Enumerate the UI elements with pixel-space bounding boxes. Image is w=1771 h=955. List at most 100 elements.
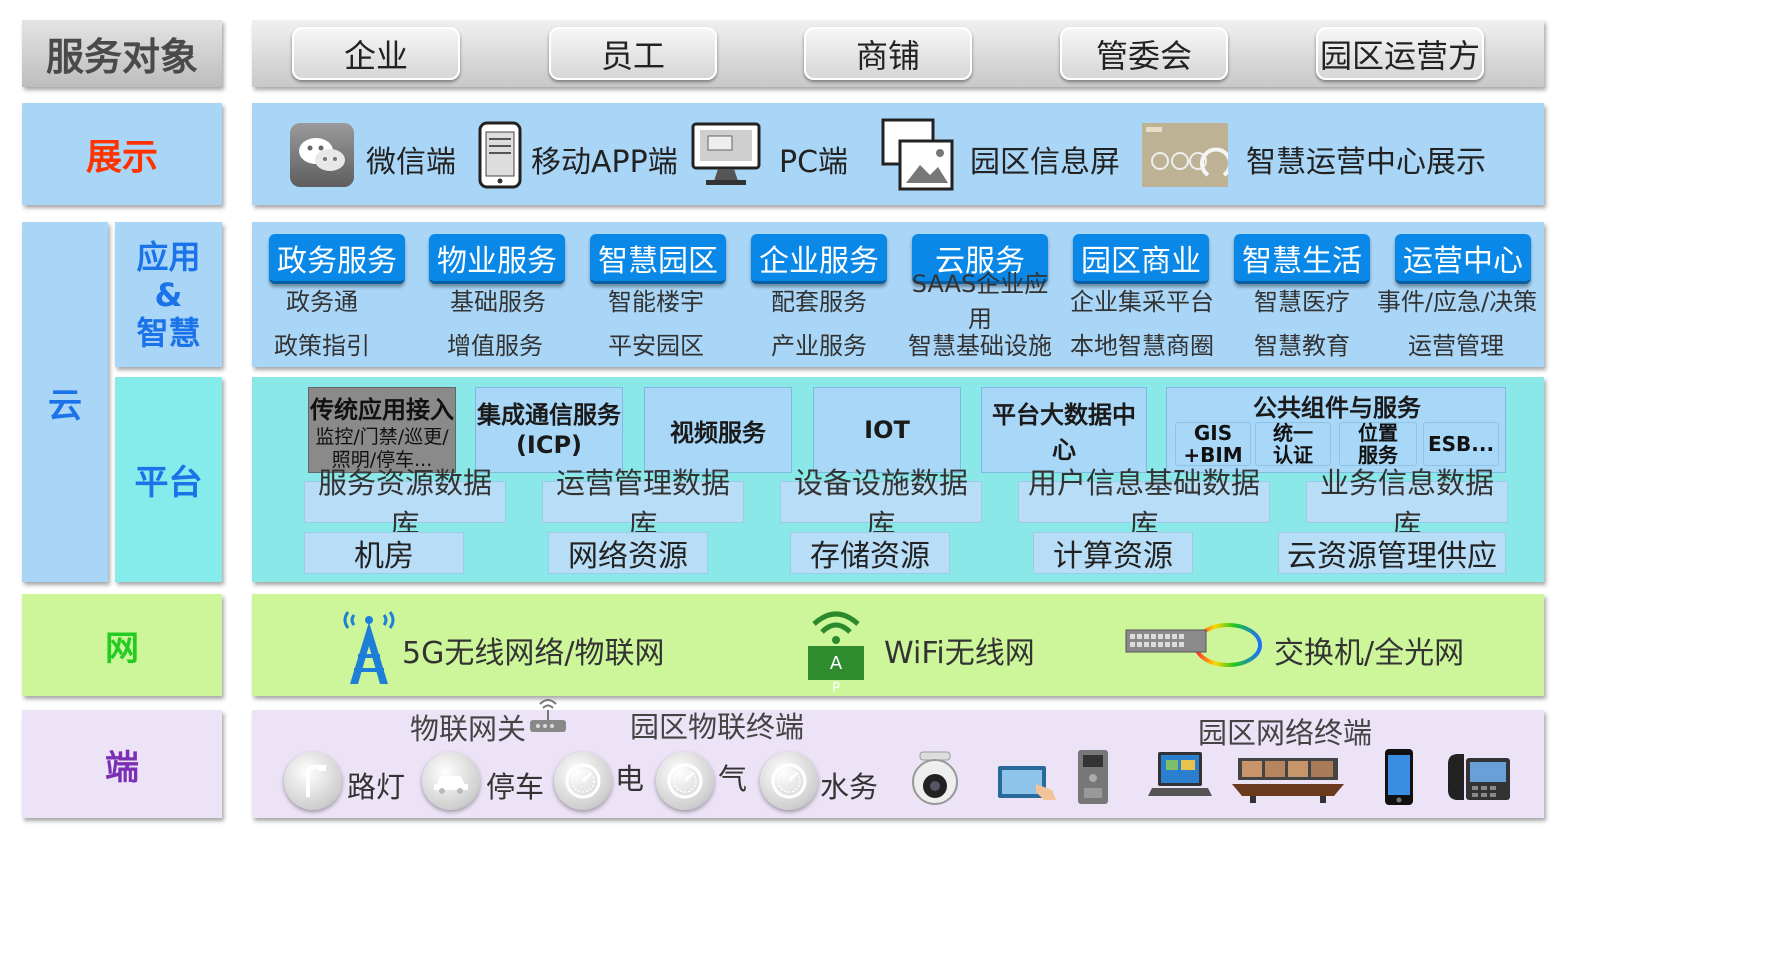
app-tab-smart-park: 智慧园区 [590,234,726,284]
network-label-wifi: WiFi无线网 [884,636,1035,671]
apps-band: 政务服务 政务通 政策指引 物业服务 基础服务 增值服务 智慧园区 智能楼宇 平… [252,222,1544,367]
wifi-ap-icon: A P [808,606,864,696]
app-sub-park-commerce-2: 本地智慧商圈 [1070,331,1214,360]
terminal-band: 物联网关 园区物联终端 园区网络终端 路灯 停车 电 气 水务 [252,699,1544,818]
touch-tablet-icon [996,762,1060,802]
switch-fiber-icon [1124,620,1264,670]
terminal-label-water: 水务 [820,770,879,804]
row-header-terminal: 端 [22,710,222,818]
display-label-wechat: 微信端 [366,145,456,180]
dome-camera-icon [908,748,962,806]
display-band: 微信端 移动APP端 PC端 园区信息屏 智慧运营中心展示 [252,103,1544,205]
app-tab-park-commerce: 园区商业 [1073,234,1209,284]
service-target-enterprise: 企业 [292,27,460,80]
street-light-icon [284,752,342,810]
row-header-display: 展示 [22,103,222,205]
app-sub-property-1: 基础服务 [450,287,546,316]
terminal-label-iot-terminals: 园区物联终端 [630,710,805,744]
app-sub-smart-park-2: 平安园区 [608,331,704,360]
door-intercom-icon [1076,748,1110,806]
app-sub-smart-life-2: 智慧教育 [1254,331,1350,360]
iot-gateway-icon [528,696,568,734]
legacy-title: 传统应用接入 [310,395,454,424]
app-sub-cloud-service-1: SAAS企业应用 [911,270,1049,333]
display-label-mobile: 移动APP端 [531,145,678,180]
parking-car-icon [422,752,480,810]
service-target-operator: 园区运营方 [1316,27,1484,80]
app-header-line-2: & [154,275,183,314]
service-target-employee: 员工 [549,27,717,80]
display-label-pc: PC端 [779,145,849,180]
app-sub-government-2: 政策指引 [274,331,370,360]
terminal-label-gas: 气 [718,762,748,796]
component-auth-line-1: 统一 [1273,421,1313,445]
database-business-info: 业务信息数据库 [1306,466,1508,542]
app-sub-ops-center-1: 事件/应急/决策 [1376,287,1538,316]
service-band: 企业 员工 商铺 管委会 园区运营方 [252,20,1544,87]
pc-monitor-icon [690,121,762,187]
mobile-app-icon [478,121,522,189]
terminal-label-electric: 电 [615,762,645,796]
mobile-phone-icon [1384,748,1414,806]
row-header-service: 服务对象 [22,20,222,87]
resource-machine-room: 机房 [304,532,464,574]
database-equipment: 设备设施数据库 [780,466,982,542]
laptop-icon [1148,750,1212,802]
row-header-cloud: 云 [22,222,108,582]
resource-network: 网络资源 [548,532,708,574]
terminal-label-parking: 停车 [486,770,545,804]
terminal-label-network-terminals: 园区网络终端 [1198,716,1373,750]
app-sub-property-2: 增值服务 [447,331,543,360]
ip-phone-icon [1446,750,1512,804]
service-target-shop: 商铺 [804,27,972,80]
app-tab-government: 政务服务 [269,234,405,284]
wechat-icon [290,123,354,187]
resource-compute: 计算资源 [1033,532,1193,574]
terminal-label-iot-gateway: 物联网关 [410,712,527,746]
app-tab-enterprise: 企业服务 [751,234,887,284]
row-header-app-smart: 应用 & 智慧 [115,222,222,367]
network-band: 5G无线网络/物联网 A P WiFi无线网 交换机/全光网 [252,594,1544,696]
database-service-resources: 服务资源数据库 [304,466,506,542]
app-sub-smart-life-1: 智慧医疗 [1254,287,1350,316]
app-header-line-3: 智慧 [136,313,201,352]
display-label-info-screen: 园区信息屏 [970,145,1120,180]
platform-band: 传统应用接入 监控/门禁/巡更/ 照明/停车... 集成通信服务 (ICP) 视… [252,377,1544,582]
resource-storage: 存储资源 [790,532,950,574]
row-header-platform: 平台 [115,377,222,582]
legacy-line-1: 监控/门禁/巡更/ [315,425,449,448]
app-sub-cloud-service-2: 智慧基础设施 [908,331,1052,360]
operations-dashboard-icon [1142,123,1232,187]
icp-line-1: 集成通信服务 [477,401,621,429]
resource-cloud-management: 云资源管理供应 [1278,532,1506,574]
electric-meter-icon [554,752,612,810]
wifi-ap-badge: A [808,646,864,680]
app-sub-smart-park-1: 智能楼宇 [608,287,704,316]
common-services-title: 公共组件与服务 [1253,393,1421,422]
database-operations: 运营管理数据库 [542,466,744,542]
terminal-label-street-light: 路灯 [347,770,406,804]
icp-line-2: (ICP) [515,431,583,459]
component-gis-line-1: GIS [1193,421,1233,445]
app-sub-government-1: 政务通 [286,287,358,316]
app-tab-smart-life: 智慧生活 [1234,234,1370,284]
water-meter-icon [760,752,818,810]
app-sub-ops-center-2: 运营管理 [1408,331,1504,360]
app-sub-enterprise-1: 配套服务 [771,287,867,316]
wifi-ap-badge-2: P [832,680,840,696]
row-header-network: 网 [22,594,222,696]
database-user-info: 用户信息基础数据库 [1018,466,1270,542]
app-tab-property: 物业服务 [429,234,565,284]
antenna-5g-icon [340,606,398,686]
app-header-line-1: 应用 [136,237,201,276]
app-sub-park-commerce-1: 企业集采平台 [1070,287,1214,316]
video-conference-icon [1230,754,1346,804]
component-location-line-1: 位置 [1358,421,1398,445]
app-tab-ops-center: 运营中心 [1395,234,1531,284]
network-label-5g: 5G无线网络/物联网 [402,636,665,671]
gas-meter-icon [656,752,714,810]
service-target-committee: 管委会 [1060,27,1228,80]
display-label-ops-center: 智慧运营中心展示 [1246,145,1486,180]
info-screen-icon [880,117,956,193]
network-label-switch: 交换机/全光网 [1274,636,1465,671]
